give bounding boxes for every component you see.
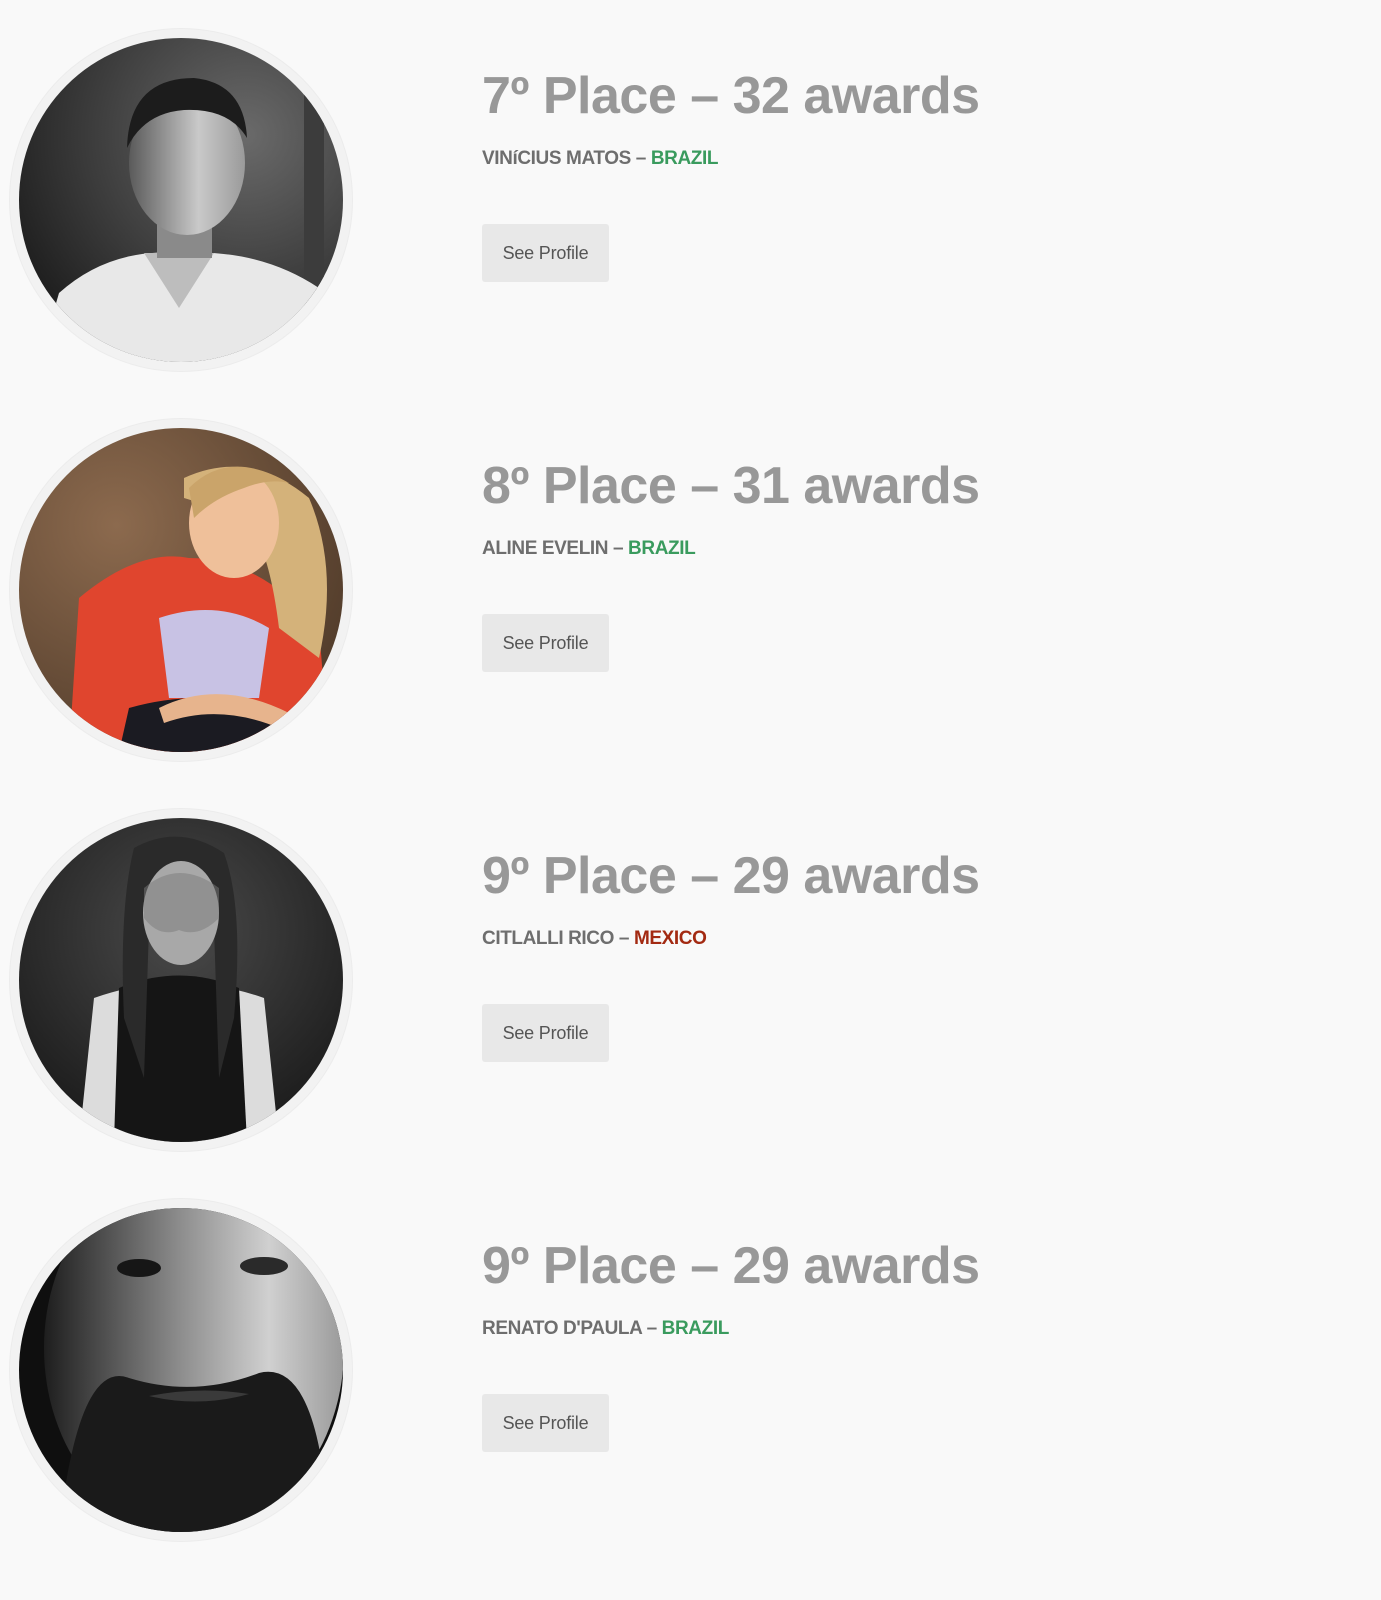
entry-info: 7º Place – 32 awards VINíCIUS MATOS – BR…: [482, 60, 1362, 282]
ranking-entry: 8º Place – 31 awards ALINE EVELIN – BRAZ…: [0, 390, 1381, 780]
participant-name: CITLALLI RICO: [482, 928, 615, 949]
see-profile-button[interactable]: See Profile: [482, 1394, 609, 1452]
avatar-frame: [10, 809, 352, 1151]
avatar-frame: [10, 29, 352, 371]
avatar-photo: [19, 428, 343, 752]
see-profile-button[interactable]: See Profile: [482, 1004, 609, 1062]
avatar-photo: [19, 818, 343, 1142]
avatar-frame: [10, 1199, 352, 1541]
country-label: MEXICO: [633, 928, 707, 949]
avatar-photo: [19, 38, 343, 362]
participant-line: ALINE EVELIN – BRAZIL: [482, 536, 1362, 562]
entry-info: 9º Place – 29 awards CITLALLI RICO – MEX…: [482, 840, 1362, 1062]
participant-name: ALINE EVELIN: [482, 538, 609, 559]
ranking-entry: 9º Place – 29 awards RENATO D'PAULA – BR…: [0, 1170, 1381, 1560]
entry-info: 9º Place – 29 awards RENATO D'PAULA – BR…: [482, 1230, 1362, 1452]
avatar[interactable]: [19, 1208, 343, 1532]
place-title: 9º Place – 29 awards: [482, 847, 980, 905]
ranking-entry: 9º Place – 29 awards CITLALLI RICO – MEX…: [0, 780, 1381, 1170]
name-separator: –: [641, 1318, 662, 1339]
see-profile-button[interactable]: See Profile: [482, 614, 609, 672]
avatar-frame: [10, 419, 352, 761]
participant-line: RENATO D'PAULA – BRAZIL: [482, 1316, 1362, 1342]
avatar[interactable]: [19, 818, 343, 1142]
participant-name: RENATO D'PAULA: [482, 1318, 642, 1339]
participant-line: VINíCIUS MATOS – BRAZIL: [482, 146, 1362, 172]
place-title: 8º Place – 31 awards: [482, 457, 980, 515]
participant-name: VINíCIUS MATOS: [482, 148, 631, 169]
avatar[interactable]: [19, 38, 343, 362]
country-label: BRAZIL: [650, 148, 719, 169]
name-separator: –: [608, 538, 629, 559]
name-separator: –: [630, 148, 651, 169]
participant-line: CITLALLI RICO – MEXICO: [482, 926, 1362, 952]
avatar[interactable]: [19, 428, 343, 752]
see-profile-button[interactable]: See Profile: [482, 224, 609, 282]
place-title: 7º Place – 32 awards: [482, 67, 980, 125]
place-title: 9º Place – 29 awards: [482, 1237, 980, 1295]
avatar-photo: [19, 1208, 343, 1532]
name-separator: –: [614, 928, 634, 949]
country-label: BRAZIL: [661, 1318, 730, 1339]
ranking-entry: 7º Place – 32 awards VINíCIUS MATOS – BR…: [0, 0, 1381, 390]
country-label: BRAZIL: [628, 538, 696, 559]
entry-info: 8º Place – 31 awards ALINE EVELIN – BRAZ…: [482, 450, 1362, 672]
